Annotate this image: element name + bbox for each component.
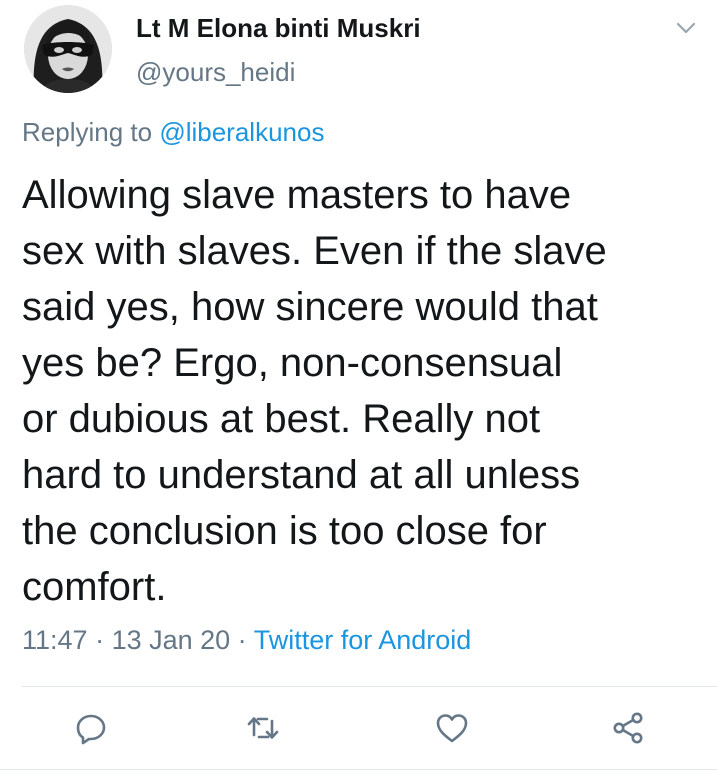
heart-icon bbox=[436, 714, 468, 743]
retweet-icon bbox=[247, 717, 279, 739]
display-name[interactable]: Lt M Elona binti Muskri bbox=[136, 13, 421, 44]
retweet-button[interactable] bbox=[245, 710, 281, 746]
like-button[interactable] bbox=[434, 710, 470, 746]
tweet-text-line: Allowing slave masters to have bbox=[22, 173, 572, 217]
tweet-text-line: comfort. bbox=[22, 565, 167, 609]
reply-icon bbox=[76, 714, 106, 745]
reply-button[interactable] bbox=[73, 710, 109, 746]
user-handle[interactable]: @yours_heidi bbox=[136, 57, 295, 88]
tweet-text-line: the conclusion is too close for bbox=[22, 509, 547, 553]
avatar-image bbox=[24, 5, 112, 93]
replying-to: Replying to @liberalkunos bbox=[22, 117, 324, 148]
divider bbox=[22, 686, 717, 687]
bottom-divider bbox=[0, 769, 717, 770]
tweet-text-line: said yes, how sincere would that bbox=[22, 285, 598, 329]
tweet-text: Allowing slave masters to have sex with … bbox=[22, 167, 692, 615]
tweet-text-line: hard to understand at all unless bbox=[22, 453, 581, 497]
replying-to-label: Replying to bbox=[22, 117, 160, 147]
meta-separator: · bbox=[87, 625, 112, 655]
share-button[interactable] bbox=[610, 710, 646, 746]
tweet-text-line: sex with slaves. Even if the slave bbox=[22, 229, 607, 273]
tweet-card: Lt M Elona binti Muskri @yours_heidi Rep… bbox=[0, 0, 717, 776]
avatar[interactable] bbox=[24, 5, 112, 93]
share-icon bbox=[613, 712, 643, 744]
meta-separator: · bbox=[230, 625, 254, 655]
reply-mention-link[interactable]: @liberalkunos bbox=[159, 117, 324, 147]
tweet-meta: 11:47 · 13 Jan 20 · Twitter for Android bbox=[22, 625, 471, 656]
tweet-source-link[interactable]: Twitter for Android bbox=[254, 625, 472, 655]
tweet-text-line: yes be? Ergo, non-consensual bbox=[22, 341, 563, 385]
tweet-date: 13 Jan 20 bbox=[111, 625, 231, 655]
tweet-time: 11:47 bbox=[22, 625, 88, 655]
tweet-text-line: or dubious at best. Really not bbox=[22, 397, 541, 441]
chevron-down-icon[interactable] bbox=[674, 18, 698, 38]
